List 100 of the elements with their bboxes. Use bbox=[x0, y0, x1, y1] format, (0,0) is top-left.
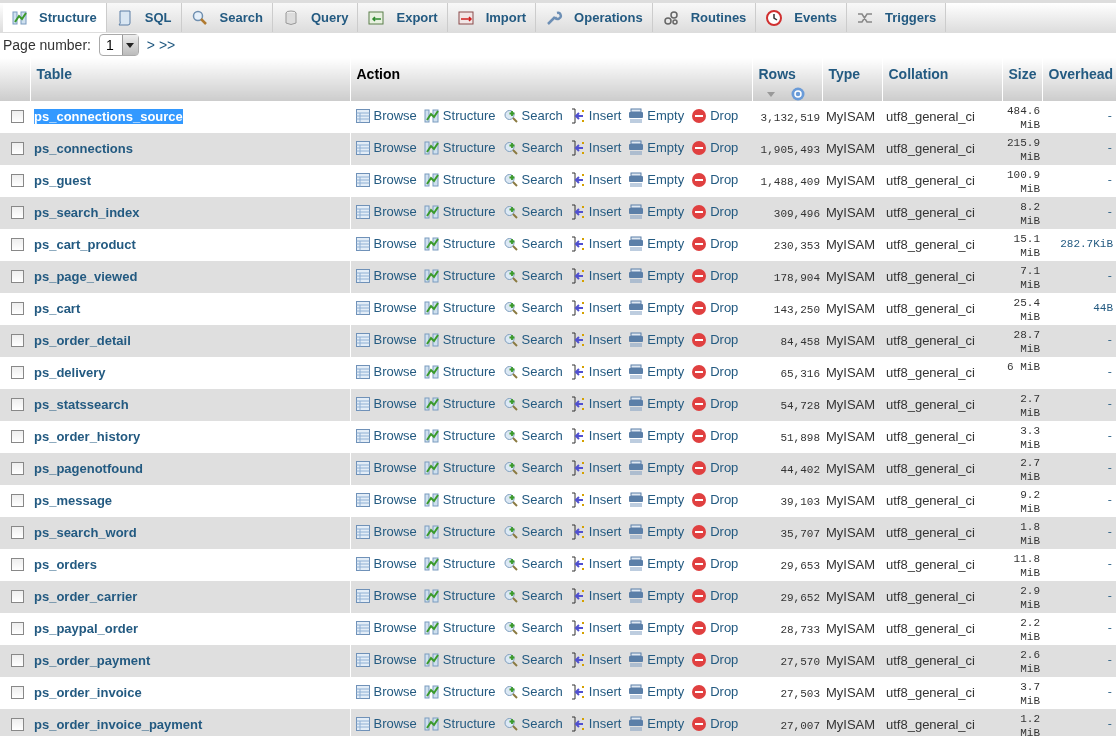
action-link[interactable]: Search bbox=[502, 170, 563, 190]
action-link[interactable]: Drop bbox=[691, 266, 739, 286]
tab[interactable]: SQL bbox=[106, 3, 182, 32]
table-name-link[interactable]: ps_statssearch bbox=[34, 397, 129, 412]
table-name-link[interactable]: ps_page_viewed bbox=[34, 269, 138, 284]
action-link[interactable]: Search bbox=[502, 650, 563, 670]
action-link[interactable]: Empty bbox=[628, 714, 685, 734]
row-checkbox[interactable] bbox=[11, 270, 24, 283]
last-page-link[interactable]: >> bbox=[158, 34, 176, 56]
action-link[interactable]: Empty bbox=[628, 170, 685, 190]
column-header[interactable]: Table bbox=[36, 66, 73, 82]
action-link[interactable]: Drop bbox=[691, 330, 739, 350]
action-link[interactable]: Drop bbox=[691, 298, 739, 318]
action-link[interactable]: Drop bbox=[691, 650, 739, 670]
action-link[interactable]: Empty bbox=[628, 266, 685, 286]
action-link[interactable]: Insert bbox=[569, 362, 622, 382]
action-link[interactable]: Search bbox=[502, 554, 563, 574]
action-link[interactable]: Insert bbox=[569, 714, 622, 734]
row-checkbox[interactable] bbox=[11, 462, 24, 475]
action-link[interactable]: Empty bbox=[628, 106, 685, 126]
table-name-link[interactable]: ps_order_history bbox=[34, 429, 141, 444]
action-link[interactable]: Browse bbox=[354, 650, 417, 670]
action-link[interactable]: Structure bbox=[423, 426, 496, 446]
row-checkbox[interactable] bbox=[11, 206, 24, 219]
next-page-link[interactable]: > bbox=[146, 34, 155, 56]
action-link[interactable]: Empty bbox=[628, 522, 685, 542]
action-link[interactable]: Search bbox=[502, 362, 563, 382]
action-link[interactable]: Structure bbox=[423, 682, 496, 702]
action-link[interactable]: Browse bbox=[354, 106, 417, 126]
row-checkbox[interactable] bbox=[11, 494, 24, 507]
action-link[interactable]: Empty bbox=[628, 458, 685, 478]
action-link[interactable]: Structure bbox=[423, 362, 496, 382]
tab[interactable]: Search bbox=[181, 3, 273, 32]
table-name-link[interactable]: ps_pagenotfound bbox=[34, 461, 144, 476]
action-link[interactable]: Search bbox=[502, 682, 563, 702]
action-link[interactable]: Browse bbox=[354, 554, 417, 574]
table-name-link[interactable]: ps_cart_product bbox=[34, 237, 136, 252]
action-link[interactable]: Browse bbox=[354, 490, 417, 510]
action-link[interactable]: Drop bbox=[691, 554, 739, 574]
action-link[interactable]: Structure bbox=[423, 618, 496, 638]
action-link[interactable]: Search bbox=[502, 394, 563, 414]
action-link[interactable]: Browse bbox=[354, 458, 417, 478]
action-link[interactable]: Browse bbox=[354, 330, 417, 350]
table-name-link[interactable]: ps_connections bbox=[34, 141, 133, 156]
action-link[interactable]: Browse bbox=[354, 586, 417, 606]
action-link[interactable]: Search bbox=[502, 330, 563, 350]
table-name-link[interactable]: ps_orders bbox=[34, 557, 97, 572]
table-name-link[interactable]: ps_message bbox=[34, 493, 113, 508]
action-link[interactable]: Insert bbox=[569, 106, 622, 126]
action-link[interactable]: Empty bbox=[628, 394, 685, 414]
action-link[interactable]: Insert bbox=[569, 426, 622, 446]
action-link[interactable]: Search bbox=[502, 586, 563, 606]
action-link[interactable]: Insert bbox=[569, 522, 622, 542]
action-link[interactable]: Browse bbox=[354, 714, 417, 734]
action-link[interactable]: Drop bbox=[691, 394, 739, 414]
action-link[interactable]: Structure bbox=[423, 586, 496, 606]
action-link[interactable]: Browse bbox=[354, 202, 417, 222]
tab[interactable]: Operations bbox=[536, 3, 653, 32]
row-checkbox[interactable] bbox=[11, 302, 24, 315]
action-link[interactable]: Browse bbox=[354, 618, 417, 638]
row-checkbox[interactable] bbox=[11, 334, 24, 347]
tab[interactable]: Events bbox=[756, 3, 847, 32]
tab[interactable]: Routines bbox=[652, 3, 757, 32]
table-name-link[interactable]: ps_search_word bbox=[34, 525, 137, 540]
table-name-link[interactable]: ps_search_index bbox=[34, 205, 140, 220]
row-checkbox[interactable] bbox=[11, 622, 24, 635]
action-link[interactable]: Empty bbox=[628, 554, 685, 574]
action-link[interactable]: Insert bbox=[569, 298, 622, 318]
sort-arrow-icon[interactable] bbox=[766, 91, 775, 97]
action-link[interactable]: Insert bbox=[569, 554, 622, 574]
action-link[interactable]: Structure bbox=[423, 522, 496, 542]
page-select[interactable]: 1 bbox=[98, 34, 139, 56]
action-link[interactable]: Insert bbox=[569, 330, 622, 350]
action-link[interactable]: Search bbox=[502, 714, 563, 734]
action-link[interactable]: Empty bbox=[628, 490, 685, 510]
action-link[interactable]: Empty bbox=[628, 618, 685, 638]
action-link[interactable]: Insert bbox=[569, 490, 622, 510]
action-link[interactable]: Drop bbox=[691, 618, 739, 638]
action-link[interactable]: Drop bbox=[691, 682, 739, 702]
action-link[interactable]: Structure bbox=[423, 458, 496, 478]
action-link[interactable]: Drop bbox=[691, 362, 739, 382]
row-checkbox[interactable] bbox=[11, 110, 24, 123]
action-link[interactable]: Browse bbox=[354, 426, 417, 446]
tab[interactable]: Structure bbox=[3, 3, 107, 32]
table-name-link[interactable]: ps_order_detail bbox=[34, 333, 131, 348]
action-link[interactable]: Structure bbox=[423, 170, 496, 190]
action-link[interactable]: Empty bbox=[628, 426, 685, 446]
row-checkbox[interactable] bbox=[11, 430, 24, 443]
column-header[interactable]: Collation bbox=[888, 66, 949, 82]
row-checkbox[interactable] bbox=[11, 718, 24, 731]
action-link[interactable]: Empty bbox=[628, 138, 685, 158]
action-link[interactable]: Drop bbox=[691, 490, 739, 510]
row-checkbox[interactable] bbox=[11, 366, 24, 379]
table-name-link[interactable]: ps_order_invoice bbox=[34, 685, 142, 700]
table-name-link[interactable]: ps_guest bbox=[34, 173, 92, 188]
row-checkbox[interactable] bbox=[11, 142, 24, 155]
tab[interactable]: Triggers bbox=[847, 3, 947, 32]
row-checkbox[interactable] bbox=[11, 654, 24, 667]
action-link[interactable]: Insert bbox=[569, 586, 622, 606]
action-link[interactable]: Structure bbox=[423, 234, 496, 254]
